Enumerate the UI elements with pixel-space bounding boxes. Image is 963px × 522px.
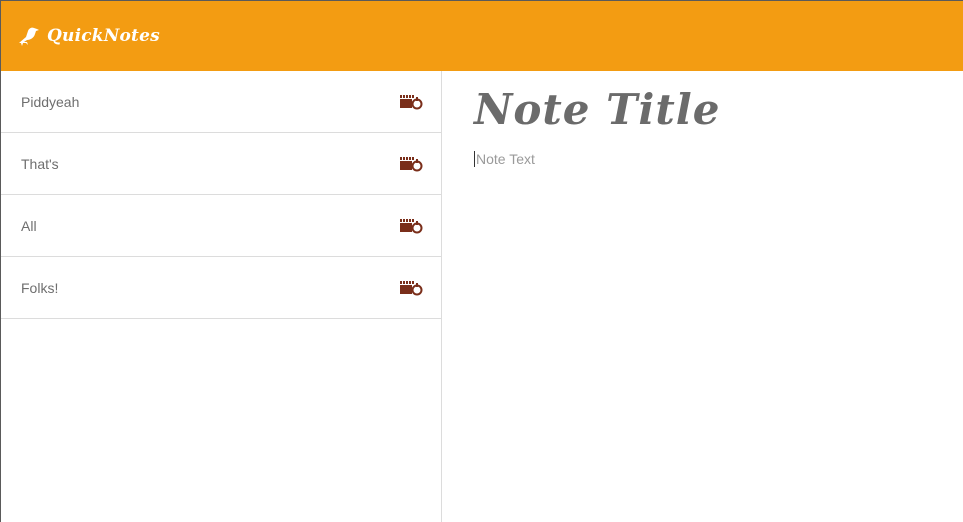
delete-note-icon[interactable] bbox=[399, 93, 423, 111]
note-editor: Note Title Note Text bbox=[442, 71, 963, 522]
notes-sidebar: Piddyeah That's All Folks! bbox=[1, 71, 442, 522]
note-list-item[interactable]: Piddyeah bbox=[1, 71, 441, 133]
note-list-item[interactable]: That's bbox=[1, 133, 441, 195]
delete-note-icon[interactable] bbox=[399, 279, 423, 297]
app-header: QuickNotes bbox=[1, 1, 963, 71]
note-list-item-label: Piddyeah bbox=[21, 93, 80, 110]
note-list-item-label: Folks! bbox=[21, 279, 59, 296]
delete-note-icon[interactable] bbox=[399, 155, 423, 173]
note-list-item-label: All bbox=[21, 217, 37, 234]
note-list-item[interactable]: Folks! bbox=[1, 257, 441, 319]
main-content: Piddyeah That's All Folks! Note Title No… bbox=[1, 71, 963, 522]
note-title-input[interactable]: Note Title bbox=[474, 86, 963, 133]
crow-icon bbox=[17, 25, 41, 47]
note-list-item[interactable]: All bbox=[1, 195, 441, 257]
note-text-input[interactable]: Note Text bbox=[474, 151, 535, 168]
delete-note-icon[interactable] bbox=[399, 217, 423, 235]
app-name: QuickNotes bbox=[47, 26, 160, 46]
note-list-item-label: That's bbox=[21, 155, 59, 172]
app-window: QuickNotes Piddyeah That's All Folks! No… bbox=[0, 0, 963, 522]
